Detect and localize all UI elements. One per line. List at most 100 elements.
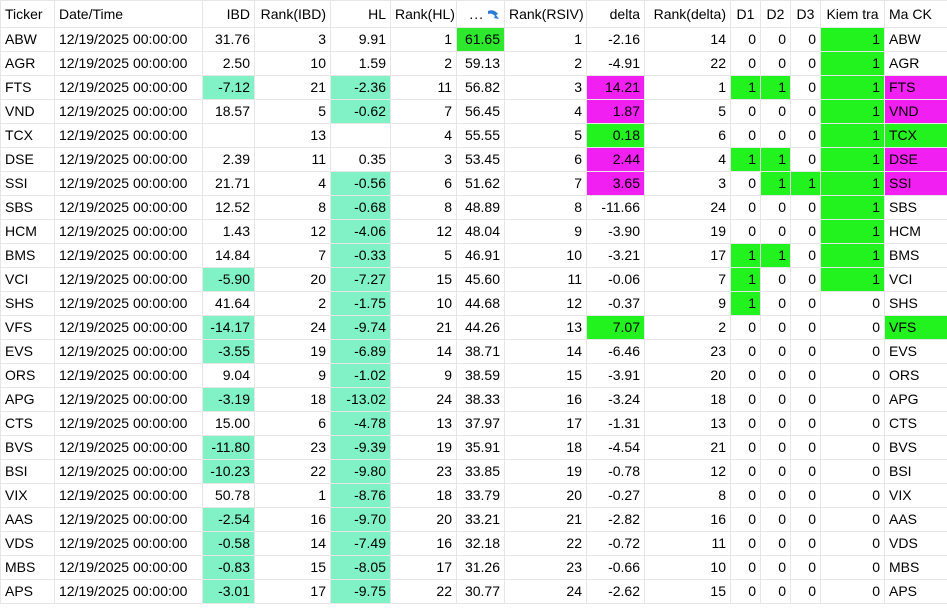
ticker-cell[interactable]: VND (0, 99, 55, 124)
rank-hl-cell[interactable]: 21 (390, 315, 457, 340)
rank-rsiv-cell[interactable]: 10 (504, 243, 587, 268)
d3-cell[interactable]: 0 (790, 219, 821, 244)
delta-cell[interactable]: -0.27 (586, 483, 645, 508)
d1-cell[interactable]: 0 (730, 459, 761, 484)
hl-cell[interactable]: -0.56 (330, 171, 391, 196)
hl-cell[interactable]: -9.80 (330, 459, 391, 484)
rank-ibd-cell[interactable]: 1 (254, 483, 331, 508)
rsiv-cell[interactable]: 38.33 (456, 387, 505, 412)
d3-cell[interactable]: 0 (790, 555, 821, 580)
delta-cell[interactable]: -0.37 (586, 291, 645, 316)
rank-rsiv-cell[interactable]: 11 (504, 267, 587, 292)
d3-cell[interactable]: 0 (790, 99, 821, 124)
d1-cell[interactable]: 0 (730, 123, 761, 148)
ibd-cell[interactable]: 9.04 (202, 363, 255, 388)
ticker-cell[interactable]: AGR (0, 51, 55, 76)
d2-cell[interactable]: 0 (760, 339, 791, 364)
ibd-cell[interactable]: -5.90 (202, 267, 255, 292)
datetime-cell[interactable]: 12/19/2025 00:00:00 (54, 483, 203, 508)
kiem-tra-cell[interactable]: 0 (820, 315, 885, 340)
hl-cell[interactable]: -8.76 (330, 483, 391, 508)
rank-ibd-cell[interactable]: 6 (254, 411, 331, 436)
rank-ibd-cell[interactable]: 3 (254, 27, 331, 52)
d3-cell[interactable]: 0 (790, 531, 821, 556)
rank-delta-cell[interactable]: 20 (644, 363, 731, 388)
rsiv-cell[interactable]: 48.04 (456, 219, 505, 244)
rsiv-cell[interactable]: 32.18 (456, 531, 505, 556)
d2-cell[interactable]: 0 (760, 291, 791, 316)
ticker-cell[interactable]: HCM (0, 219, 55, 244)
rank-ibd-cell[interactable]: 8 (254, 195, 331, 220)
ticker-cell[interactable]: EVS (0, 339, 55, 364)
rsiv-cell[interactable]: 33.79 (456, 483, 505, 508)
ticker-cell[interactable]: VIX (0, 483, 55, 508)
table-row[interactable]: APS 12/19/2025 00:00:00 -3.01 17 -9.75 22 30.7… (0, 579, 947, 604)
rsiv-cell[interactable]: 44.26 (456, 315, 505, 340)
rsiv-cell[interactable]: 48.89 (456, 195, 505, 220)
d1-cell[interactable]: 0 (730, 483, 761, 508)
rank-hl-cell[interactable]: 12 (390, 219, 457, 244)
rank-rsiv-cell[interactable]: 13 (504, 315, 587, 340)
kiem-tra-cell[interactable]: 0 (820, 435, 885, 460)
hl-cell[interactable]: -9.75 (330, 579, 391, 604)
d1-cell[interactable]: 0 (730, 171, 761, 196)
ma-ck-cell[interactable]: SBS (884, 195, 947, 220)
delta-cell[interactable]: 7.07 (586, 315, 645, 340)
datetime-cell[interactable]: 12/19/2025 00:00:00 (54, 315, 203, 340)
rank-ibd-cell[interactable]: 19 (254, 339, 331, 364)
ibd-cell[interactable]: -7.12 (202, 75, 255, 100)
ibd-cell[interactable]: 14.84 (202, 243, 255, 268)
col-header-ticker[interactable]: Ticker (0, 0, 55, 28)
table-row[interactable]: ABW 12/19/2025 00:00:00 31.76 3 9.91 1 61.65 1-… (0, 27, 947, 52)
d3-cell[interactable]: 0 (790, 579, 821, 604)
hl-cell[interactable]: -4.78 (330, 411, 391, 436)
kiem-tra-cell[interactable]: 0 (820, 579, 885, 604)
datetime-cell[interactable]: 12/19/2025 00:00:00 (54, 435, 203, 460)
kiem-tra-cell[interactable]: 0 (820, 387, 885, 412)
ibd-cell[interactable]: -3.01 (202, 579, 255, 604)
datetime-cell[interactable]: 12/19/2025 00:00:00 (54, 219, 203, 244)
delta-cell[interactable]: -0.06 (586, 267, 645, 292)
d1-cell[interactable]: 0 (730, 507, 761, 532)
rank-delta-cell[interactable]: 24 (644, 195, 731, 220)
rank-ibd-cell[interactable]: 24 (254, 315, 331, 340)
rank-hl-cell[interactable]: 10 (390, 291, 457, 316)
rank-delta-cell[interactable]: 7 (644, 267, 731, 292)
hl-cell[interactable]: 9.91 (330, 27, 391, 52)
table-row[interactable]: SBS 12/19/2025 00:00:00 12.52 8 -0.68 8 48.89 8… (0, 195, 947, 220)
rank-hl-cell[interactable]: 24 (390, 387, 457, 412)
kiem-tra-cell[interactable]: 1 (820, 171, 885, 196)
d2-cell[interactable]: 0 (760, 267, 791, 292)
rank-ibd-cell[interactable]: 14 (254, 531, 331, 556)
kiem-tra-cell[interactable]: 1 (820, 123, 885, 148)
delta-cell[interactable]: -3.91 (586, 363, 645, 388)
rank-hl-cell[interactable]: 13 (390, 411, 457, 436)
d1-cell[interactable]: 0 (730, 99, 761, 124)
ticker-cell[interactable]: MBS (0, 555, 55, 580)
rsiv-cell[interactable]: 33.21 (456, 507, 505, 532)
d1-cell[interactable]: 0 (730, 363, 761, 388)
col-header-d3[interactable]: D3 (790, 0, 821, 28)
d3-cell[interactable]: 0 (790, 363, 821, 388)
table-row[interactable]: VDS 12/19/2025 00:00:00 -0.58 14 -7.49 16 32.1… (0, 531, 947, 556)
delta-cell[interactable]: -2.62 (586, 579, 645, 604)
rank-hl-cell[interactable]: 19 (390, 435, 457, 460)
hl-cell[interactable]: -1.75 (330, 291, 391, 316)
ibd-cell[interactable]: 15.00 (202, 411, 255, 436)
rank-ibd-cell[interactable]: 15 (254, 555, 331, 580)
rank-ibd-cell[interactable]: 18 (254, 387, 331, 412)
rank-rsiv-cell[interactable]: 3 (504, 75, 587, 100)
kiem-tra-cell[interactable]: 0 (820, 531, 885, 556)
table-row[interactable]: VND 12/19/2025 00:00:00 18.57 5 -0.62 7 56.45 4… (0, 99, 947, 124)
rank-delta-cell[interactable]: 8 (644, 483, 731, 508)
rank-hl-cell[interactable]: 8 (390, 195, 457, 220)
datetime-cell[interactable]: 12/19/2025 00:00:00 (54, 291, 203, 316)
table-row[interactable]: BSI 12/19/2025 00:00:00 -10.23 22 -9.80 23 33.… (0, 459, 947, 484)
kiem-tra-cell[interactable]: 1 (820, 75, 885, 100)
datetime-cell[interactable]: 12/19/2025 00:00:00 (54, 147, 203, 172)
ticker-cell[interactable]: APS (0, 579, 55, 604)
d2-cell[interactable]: 0 (760, 507, 791, 532)
d2-cell[interactable]: 0 (760, 531, 791, 556)
datetime-cell[interactable]: 12/19/2025 00:00:00 (54, 411, 203, 436)
rank-ibd-cell[interactable]: 23 (254, 435, 331, 460)
